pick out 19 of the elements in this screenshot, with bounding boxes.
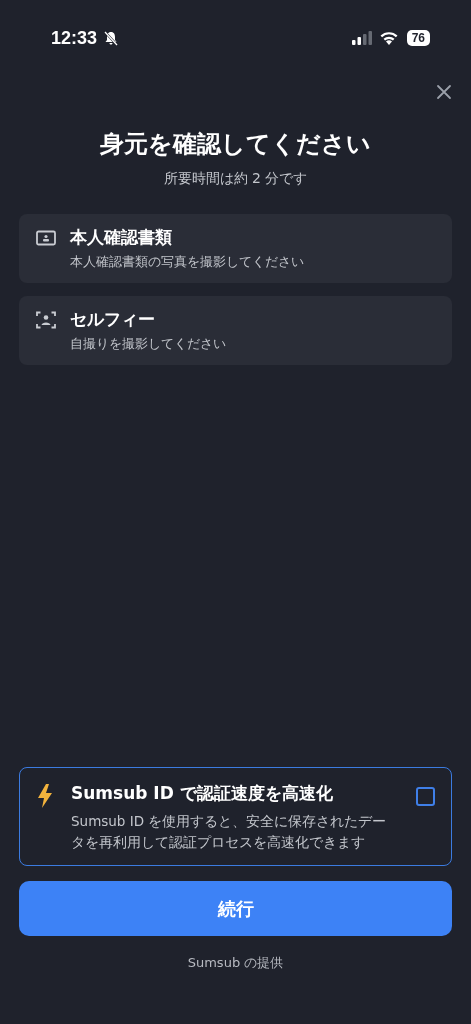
sumsub-id-title: Sumsub ID で認証速度を高速化	[71, 782, 334, 805]
step-title: 本人確認書類	[70, 226, 172, 249]
page-subtitle: 所要時間は約 2 分です	[162, 170, 309, 188]
id-card-icon	[36, 229, 56, 246]
page-title: 身元を確認してください	[99, 129, 372, 160]
continue-button[interactable]: 続行	[19, 881, 452, 936]
checkbox[interactable]	[416, 787, 435, 806]
powered-by-text: Sumsub の提供	[186, 954, 285, 972]
step-description: 自撮りを撮影してください	[70, 335, 227, 353]
battery-level: 76	[406, 30, 430, 46]
muted-bell-icon	[103, 30, 120, 46]
lightning-icon	[37, 784, 53, 808]
status-time: 12:33	[51, 27, 98, 49]
step-description: 本人確認書類の写真を撮影してください	[70, 253, 305, 271]
sumsub-id-description: Sumsub ID を使用すると、安全に保存されたデータを再利用して認証プロセスを高速化できます	[71, 812, 388, 852]
face-scan-icon	[36, 310, 56, 329]
step-title: セルフィー	[70, 308, 155, 331]
signal-icon	[350, 31, 373, 45]
wifi-icon	[378, 31, 399, 45]
